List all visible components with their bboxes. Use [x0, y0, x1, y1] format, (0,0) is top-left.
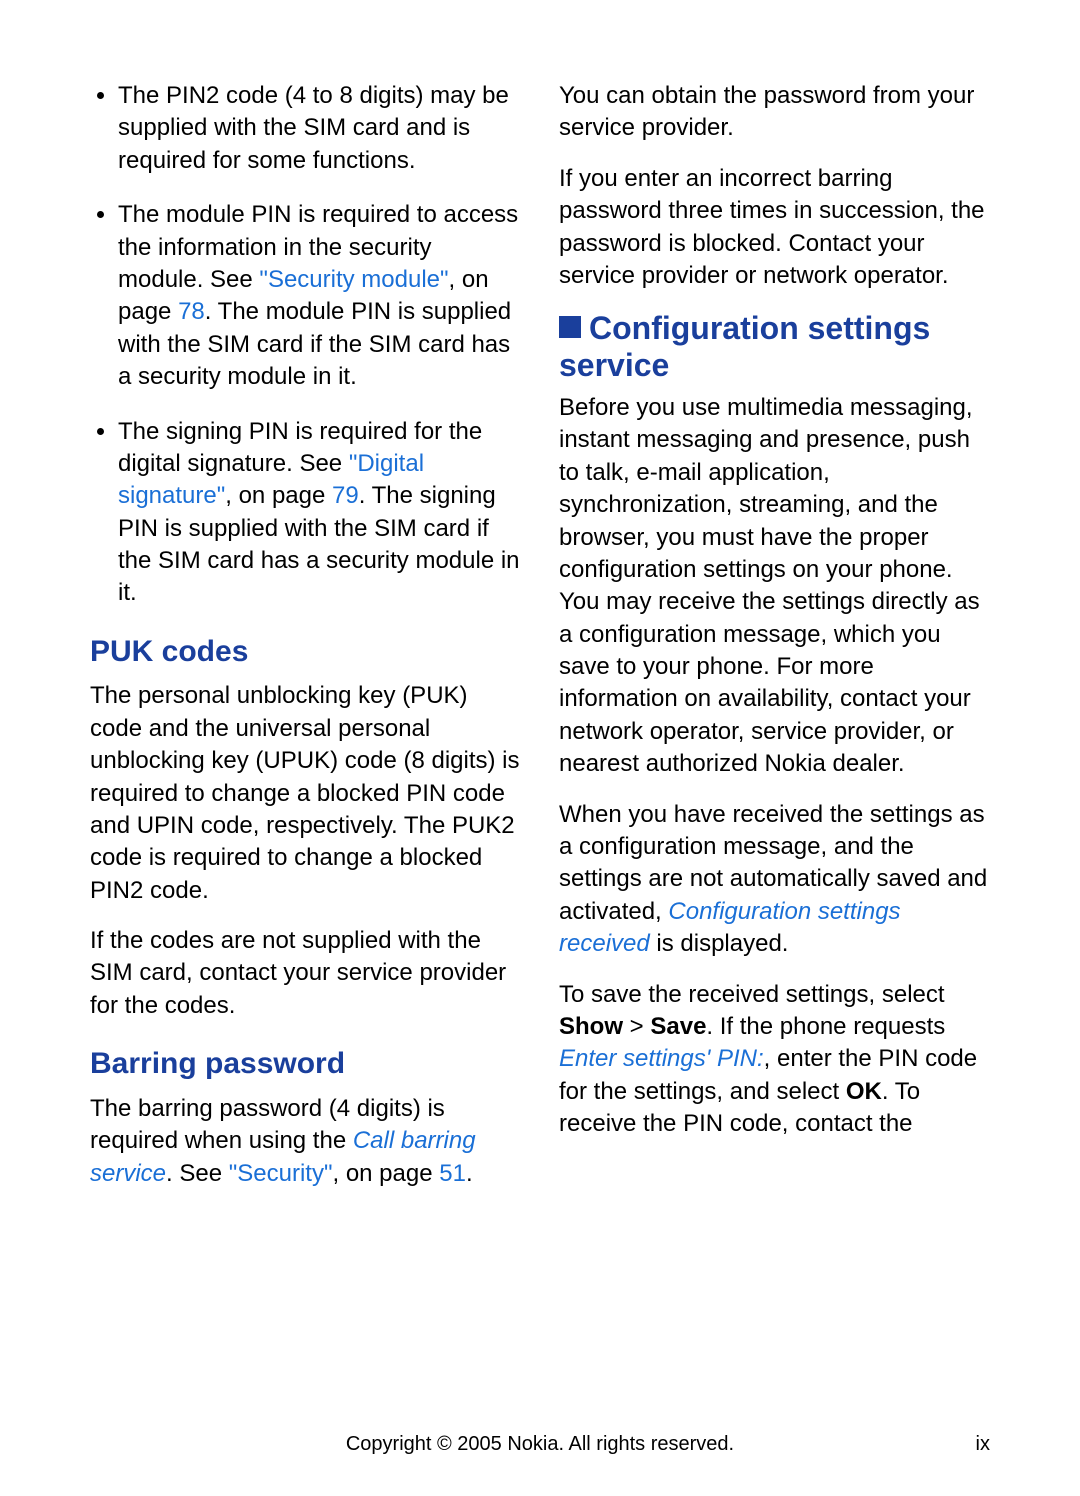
crossref-link[interactable]: "Security module"	[259, 266, 448, 293]
square-bullet-icon	[559, 316, 581, 338]
body-paragraph: Before you use multimedia messaging, ins…	[559, 392, 990, 781]
body-paragraph: To save the received settings, select Sh…	[559, 979, 990, 1141]
body-text: is displayed.	[650, 930, 789, 957]
body-text: The PIN2 code (4 to 8 digits) may be sup…	[118, 82, 509, 174]
column-right: You can obtain the password from your se…	[559, 80, 990, 1413]
page-ref-link[interactable]: 51	[439, 1160, 466, 1187]
body-paragraph: If the codes are not supplied with the S…	[90, 925, 521, 1022]
list-item: The signing PIN is required for the digi…	[118, 416, 521, 610]
body-text: To save the received settings, select	[559, 981, 945, 1008]
heading-configuration-settings-service: Configuration settings service	[559, 310, 990, 384]
ui-action: Save	[650, 1013, 706, 1040]
body-text: . If the phone requests	[706, 1013, 945, 1040]
crossref-link[interactable]: "Security"	[229, 1160, 333, 1187]
body-paragraph: If you enter an incorrect barring passwo…	[559, 163, 990, 293]
two-column-layout: The PIN2 code (4 to 8 digits) may be sup…	[90, 80, 990, 1413]
body-paragraph: The barring password (4 digits) is requi…	[90, 1093, 521, 1190]
body-text: , on page	[225, 482, 332, 509]
copyright-text: Copyright © 2005 Nokia. All rights reser…	[346, 1433, 734, 1456]
column-left: The PIN2 code (4 to 8 digits) may be sup…	[90, 80, 521, 1413]
subheading-puk-codes: PUK codes	[90, 632, 521, 673]
heading-text: Configuration settings service	[559, 310, 930, 383]
page-ref-link[interactable]: 79	[332, 482, 359, 509]
body-paragraph: When you have received the settings as a…	[559, 799, 990, 961]
list-item: The PIN2 code (4 to 8 digits) may be sup…	[118, 80, 521, 177]
body-text: .	[466, 1160, 473, 1187]
page-footer: Copyright © 2005 Nokia. All rights reser…	[90, 1423, 990, 1456]
list-item: The module PIN is required to access the…	[118, 199, 521, 393]
ui-action: Show	[559, 1013, 623, 1040]
ui-action: OK	[846, 1078, 882, 1105]
page-number: ix	[976, 1433, 990, 1456]
body-paragraph: The personal unblocking key (PUK) code a…	[90, 680, 521, 907]
body-text: . See	[166, 1160, 229, 1187]
body-paragraph: You can obtain the password from your se…	[559, 80, 990, 145]
body-text: The signing PIN is required for the digi…	[118, 418, 482, 477]
document-page: The PIN2 code (4 to 8 digits) may be sup…	[0, 0, 1080, 1496]
body-text: , on page	[332, 1160, 439, 1187]
subheading-barring-password: Barring password	[90, 1044, 521, 1085]
pin-codes-list: The PIN2 code (4 to 8 digits) may be sup…	[90, 80, 521, 610]
ui-label: Enter settings' PIN:	[559, 1045, 764, 1072]
body-text: >	[623, 1013, 650, 1040]
page-ref-link[interactable]: 78	[178, 298, 205, 325]
